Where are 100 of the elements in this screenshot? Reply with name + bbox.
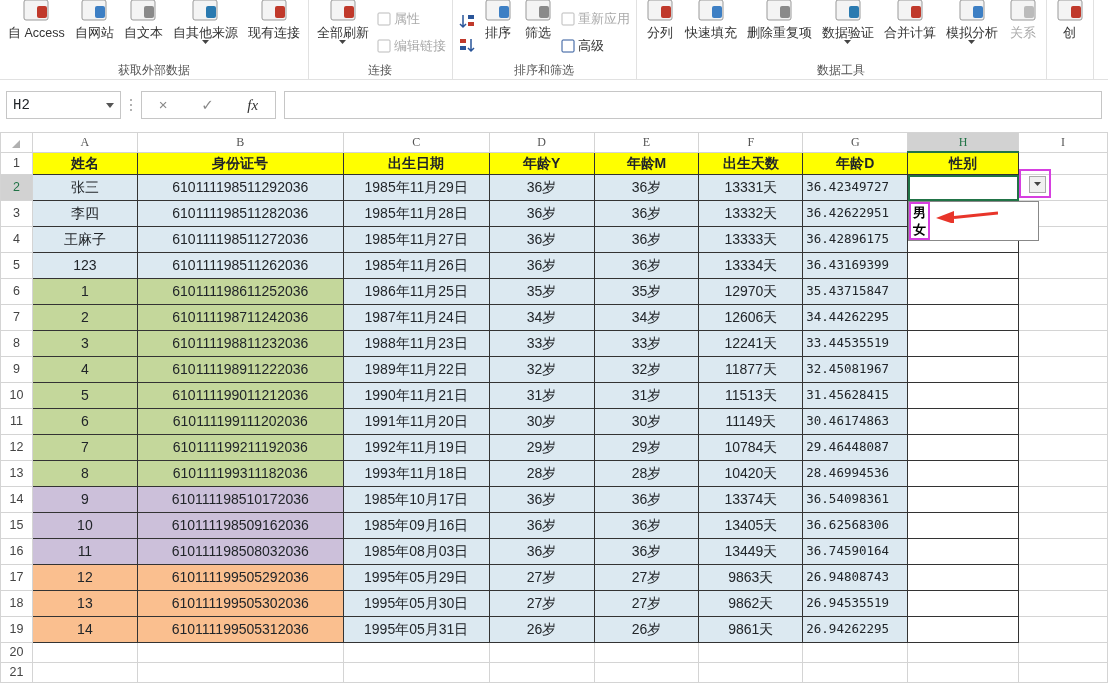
table-cell: 12970天 xyxy=(698,278,803,305)
table-cell: 1988年11月23日 xyxy=(343,330,490,357)
row-header[interactable]: 20 xyxy=(0,642,33,663)
table-cell: 610111198811232036 xyxy=(137,330,344,357)
table-cell: 36岁 xyxy=(489,512,594,539)
table-cell: 36.42349727 xyxy=(802,174,908,201)
caret-icon xyxy=(968,40,976,45)
ribbon-button[interactable]: 全部刷新 xyxy=(314,0,371,61)
ribbon-button[interactable]: 现有连接 xyxy=(245,0,302,61)
row-header[interactable]: 17 xyxy=(0,564,33,591)
column-header[interactable]: C xyxy=(343,132,490,152)
table-cell: 13331天 xyxy=(698,174,803,201)
row-header[interactable]: 10 xyxy=(0,382,33,409)
ribbon-button[interactable]: 删除重复项 xyxy=(744,0,814,61)
table-cell: 王麻子 xyxy=(32,226,138,253)
grip-icon xyxy=(129,98,133,112)
row-header[interactable]: 16 xyxy=(0,538,33,565)
group-label: 数据工具 xyxy=(816,62,867,79)
sort-button[interactable] xyxy=(458,12,475,29)
table-cell: 9863天 xyxy=(698,564,803,591)
sort-button[interactable] xyxy=(458,36,475,53)
table-cell: 2 xyxy=(32,304,138,331)
row-header[interactable]: 9 xyxy=(0,356,33,383)
ribbon-button[interactable]: 自文本 xyxy=(121,0,165,61)
ribbon-button[interactable]: 数据验证 xyxy=(819,0,876,61)
formula-button[interactable]: × xyxy=(154,93,172,117)
formula-button[interactable]: fx xyxy=(243,93,263,117)
row-header[interactable]: 13 xyxy=(0,460,33,487)
row-header[interactable]: 18 xyxy=(0,590,33,617)
select-all-icon xyxy=(12,139,21,148)
table-cell: 610111198509162036 xyxy=(137,512,344,539)
formula-button[interactable]: ✓ xyxy=(197,93,218,117)
table-cell: 29岁 xyxy=(594,434,699,461)
table-cell: 610111199311182036 xyxy=(137,460,344,487)
ribbon-button[interactable]: 高级 xyxy=(560,36,630,56)
table-cell: 36.43169399 xyxy=(802,252,908,279)
table-cell: 33岁 xyxy=(594,330,699,357)
name-box[interactable]: H2 xyxy=(6,91,121,119)
ribbon-button[interactable]: 排序 xyxy=(480,0,515,61)
column-header[interactable]: H xyxy=(907,132,1019,152)
dropdown-option[interactable]: 女 xyxy=(910,220,928,238)
table-cell: 10784天 xyxy=(698,434,803,461)
table-cell: 36.54098361 xyxy=(802,486,908,513)
active-cell[interactable] xyxy=(907,174,1019,201)
corner-cell[interactable] xyxy=(0,132,33,152)
column-header[interactable]: A xyxy=(32,132,138,152)
ribbon-button[interactable]: 自 Access xyxy=(6,0,67,61)
ribbon-button[interactable]: 模拟分析 xyxy=(943,0,1000,61)
table-cell: 1985年11月27日 xyxy=(343,226,490,253)
table-cell: 13333天 xyxy=(698,226,803,253)
column-header[interactable]: G xyxy=(802,132,908,152)
row-header[interactable]: 7 xyxy=(0,304,33,331)
row-header[interactable]: 14 xyxy=(0,486,33,513)
formula-input[interactable] xyxy=(284,91,1102,119)
small-icon xyxy=(560,12,575,27)
row-header[interactable]: 8 xyxy=(0,330,33,357)
table-cell: 13449天 xyxy=(698,538,803,565)
ribbon-button[interactable]: 快速填充 xyxy=(682,0,739,61)
row-header[interactable]: 1 xyxy=(0,152,33,175)
row-header[interactable]: 21 xyxy=(0,662,33,683)
table-cell: 36.42896175 xyxy=(802,226,908,253)
column-header[interactable]: B xyxy=(137,132,344,152)
sort-icon xyxy=(458,12,475,29)
dropdown-option[interactable]: 男 xyxy=(910,203,928,221)
ribbon-button[interactable]: 合并计算 xyxy=(881,0,938,61)
table-cell: 8 xyxy=(32,460,138,487)
row-header[interactable]: 3 xyxy=(0,200,33,227)
table-cell: 1985年11月29日 xyxy=(343,174,490,201)
table-cell: 9861天 xyxy=(698,616,803,643)
column-header[interactable]: I xyxy=(1018,132,1108,152)
table-cell: 14 xyxy=(32,616,138,643)
table-cell: 36岁 xyxy=(489,538,594,565)
row-header[interactable]: 2 xyxy=(0,174,33,201)
row-header[interactable]: 6 xyxy=(0,278,33,305)
row-header[interactable]: 15 xyxy=(0,512,33,539)
row-header[interactable]: 4 xyxy=(0,226,33,253)
table-cell: 1986年11月25日 xyxy=(343,278,490,305)
column-header[interactable]: F xyxy=(698,132,803,152)
ribbon-button[interactable]: 自网站 xyxy=(72,0,116,61)
column-header[interactable]: D xyxy=(489,132,594,152)
ribbon-button[interactable]: 分列 xyxy=(642,0,677,61)
table-cell: 36岁 xyxy=(489,226,594,253)
ribbon-button[interactable]: 筛选 xyxy=(520,0,555,61)
ribbon-button[interactable]: 创 xyxy=(1052,0,1087,79)
column-header[interactable]: E xyxy=(594,132,699,152)
ribbon-button[interactable]: 自其他来源 xyxy=(170,0,240,61)
table-cell: 610111199011212036 xyxy=(137,382,344,409)
table-cell: 1985年11月28日 xyxy=(343,200,490,227)
table-cell: 610111198911222036 xyxy=(137,356,344,383)
table-cell: 7 xyxy=(32,434,138,461)
small-icon xyxy=(376,38,391,53)
row-header[interactable]: 19 xyxy=(0,616,33,643)
table-cell: 610111198510172036 xyxy=(137,486,344,513)
table-cell: 35岁 xyxy=(594,278,699,305)
table-cell: 610111199505292036 xyxy=(137,564,344,591)
row-header[interactable]: 11 xyxy=(0,408,33,435)
row-header[interactable]: 5 xyxy=(0,252,33,279)
table-cell: 13332天 xyxy=(698,200,803,227)
dropdown-button[interactable] xyxy=(1028,175,1046,193)
row-header[interactable]: 12 xyxy=(0,434,33,461)
